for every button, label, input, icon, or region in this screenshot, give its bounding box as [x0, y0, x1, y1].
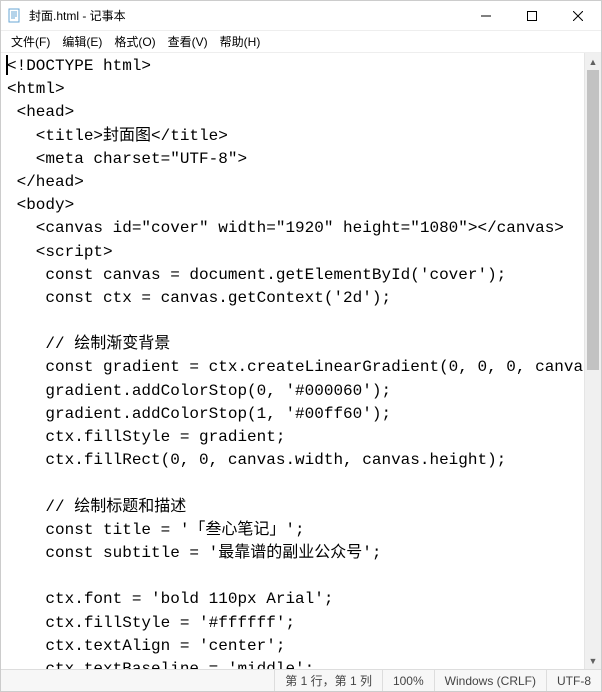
vertical-scrollbar[interactable]: ▲ ▼	[584, 53, 601, 669]
status-position: 第 1 行，第 1 列	[274, 670, 382, 691]
menubar: 文件(F) 编辑(E) 格式(O) 查看(V) 帮助(H)	[1, 31, 601, 53]
statusbar: 第 1 行，第 1 列 100% Windows (CRLF) UTF-8	[1, 669, 601, 691]
notepad-icon	[7, 8, 23, 24]
window-title: 封面.html - 记事本	[29, 7, 463, 24]
editor-content[interactable]: <!DOCTYPE html> <html> <head> <title>封面图…	[1, 53, 601, 669]
scroll-track[interactable]	[585, 70, 601, 652]
menu-format[interactable]: 格式(O)	[108, 31, 161, 52]
minimize-button[interactable]	[463, 1, 509, 30]
status-zoom: 100%	[382, 670, 434, 691]
status-encoding: UTF-8	[546, 670, 601, 691]
status-lineending: Windows (CRLF)	[434, 670, 546, 691]
window-titlebar: 封面.html - 记事本	[1, 1, 601, 31]
scroll-thumb[interactable]	[587, 70, 599, 370]
menu-edit[interactable]: 编辑(E)	[56, 31, 108, 52]
scroll-down-button[interactable]: ▼	[585, 652, 601, 669]
scroll-up-button[interactable]: ▲	[585, 53, 601, 70]
window-controls	[463, 1, 601, 30]
maximize-button[interactable]	[509, 1, 555, 30]
close-button[interactable]	[555, 1, 601, 30]
menu-view[interactable]: 查看(V)	[162, 31, 214, 52]
menu-file[interactable]: 文件(F)	[5, 31, 56, 52]
menu-help[interactable]: 帮助(H)	[214, 31, 267, 52]
editor-area[interactable]: <!DOCTYPE html> <html> <head> <title>封面图…	[1, 53, 601, 669]
